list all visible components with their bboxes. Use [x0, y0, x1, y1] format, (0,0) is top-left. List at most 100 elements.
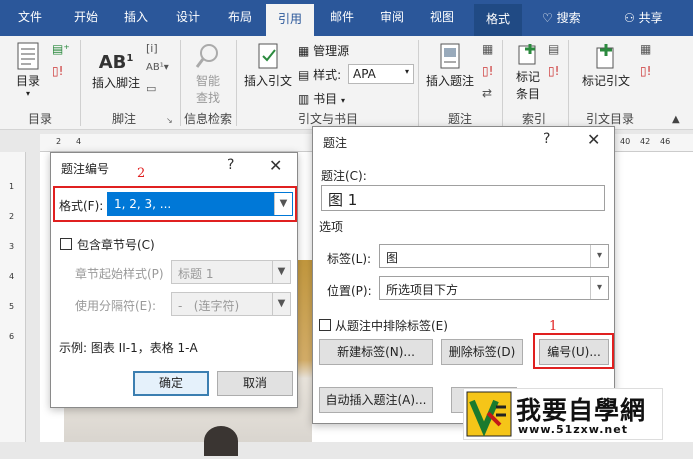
update-table-icon[interactable]: ▯! — [482, 64, 493, 78]
tab-design[interactable]: 设计 — [176, 8, 200, 25]
separator-select[interactable]: - (连字符) ▼ — [171, 292, 291, 316]
watermark-logo: 我要自學網 www.51zxw.net — [463, 388, 663, 440]
tab-insert[interactable]: 插入 — [124, 8, 148, 25]
group-divider — [418, 40, 419, 126]
tab-format[interactable]: 格式 — [474, 4, 523, 36]
add-text-icon[interactable]: ▤⁺ — [52, 42, 70, 56]
close-icon[interactable]: ✕ — [587, 130, 600, 149]
ok-button[interactable]: 确定 — [133, 371, 209, 396]
style-label: 样式: — [313, 68, 342, 82]
ruler-tick: 1 — [9, 182, 15, 191]
toc-label: 目录 — [15, 74, 40, 88]
exclude-label-text: 从题注中排除标签(E) — [335, 319, 448, 333]
insert-citation-label: 插入引文 — [243, 74, 292, 88]
tab-view[interactable]: 视图 — [430, 8, 454, 25]
label-label: 标签(L): — [327, 252, 372, 266]
group-divider — [568, 40, 569, 126]
mark-citation-label: 标记引文 — [581, 74, 630, 88]
share-label: 共享 — [638, 11, 663, 25]
autocaption-button[interactable]: 自动插入题注(A)... — [319, 387, 433, 413]
highlight-box — [53, 186, 297, 222]
position-select[interactable]: 所选项目下方 ▾ — [379, 276, 609, 300]
include-chapter-label: 包含章节号(C) — [77, 238, 155, 252]
next-footnote-icon[interactable]: AB¹▾ — [146, 62, 169, 73]
site-logo-icon — [466, 391, 512, 437]
share-button[interactable]: ⚇ 共享 — [624, 9, 663, 26]
ruler-tick: 42 — [640, 137, 651, 146]
highlight-box — [533, 333, 614, 369]
insert-endnote-icon[interactable]: [i] — [146, 42, 158, 55]
insert-index-icon[interactable]: ▤ — [548, 42, 559, 56]
tab-home[interactable]: 开始 — [74, 8, 98, 25]
smart-lookup-label-2: 查找 — [195, 91, 220, 105]
ruler-tick: 2 — [9, 212, 15, 221]
ruler-tick: 2 — [56, 137, 62, 146]
insert-caption-label: 插入题注 — [425, 74, 474, 88]
site-name: 我要自學網 — [516, 396, 647, 425]
table-of-contents-icon — [17, 42, 39, 70]
include-chapter-checkbox[interactable] — [60, 238, 72, 250]
position-label: 位置(P): — [327, 284, 372, 298]
vertical-ruler: 1 2 3 4 5 6 — [0, 152, 26, 442]
insert-footnote-label: 插入脚注 — [91, 76, 140, 90]
dialog-title: 题注编号 — [61, 162, 110, 176]
tab-references[interactable]: 引用 — [266, 4, 315, 36]
person-icon: ⚇ — [624, 11, 635, 25]
tab-file[interactable]: 文件 — [18, 8, 42, 25]
update-table-icon[interactable]: ▯! — [640, 64, 651, 78]
chapter-style-value: 标题 1 — [178, 267, 214, 281]
tab-review[interactable]: 审阅 — [380, 8, 404, 25]
new-label-button[interactable]: 新建标签(N)... — [319, 339, 433, 365]
toc-button[interactable]: 目录 ▾ — [10, 42, 46, 98]
dialog-title: 题注 — [323, 136, 348, 150]
site-url: www.51zxw.net — [518, 423, 628, 436]
insert-table-of-authorities-icon[interactable]: ▦ — [640, 42, 651, 56]
tab-layout[interactable]: 布局 — [228, 8, 252, 25]
dialog-launcher-icon[interactable]: ↘ — [166, 116, 173, 125]
ruler-tick: 4 — [76, 137, 82, 146]
mark-entry-button[interactable]: 标记 条目 — [510, 42, 546, 102]
insert-citation-button[interactable]: 插入引文 — [242, 42, 294, 89]
cross-reference-icon[interactable]: ⇄ — [482, 86, 492, 100]
manage-sources-label: 管理源 — [313, 44, 350, 58]
label-select[interactable]: 图 ▾ — [379, 244, 609, 268]
bibliography-button[interactable]: ▥ 书目 ▾ — [298, 90, 345, 107]
separator-value: - (连字符) — [178, 299, 240, 313]
update-table-icon[interactable]: ▯! — [52, 64, 63, 78]
help-icon[interactable]: ? — [227, 157, 234, 173]
ruler-tick: 4 — [9, 272, 15, 281]
caption-input[interactable]: 图 1 — [321, 185, 605, 211]
chapter-style-select[interactable]: 标题 1 ▼ — [171, 260, 291, 284]
help-icon[interactable]: ? — [543, 131, 550, 147]
ruler-tick: 46 — [660, 137, 671, 146]
smart-lookup-label-1: 智能 — [195, 74, 220, 88]
delete-label-button[interactable]: 删除标签(D) — [441, 339, 523, 365]
style-row: ▤ 样式: — [298, 66, 341, 83]
footnote-icon: AB1 — [98, 52, 134, 73]
collapse-ribbon-icon[interactable]: ▲ — [672, 114, 680, 125]
search-box[interactable]: ♡ 搜索 — [542, 9, 581, 26]
style-icon: ▤ — [298, 68, 310, 82]
magnifier-icon — [195, 44, 218, 68]
smart-lookup-button[interactable]: 智能 查找 — [188, 42, 228, 106]
mark-entry-label-2: 条目 — [515, 87, 540, 101]
mark-citation-button[interactable]: 标记引文 — [578, 42, 634, 89]
show-notes-icon[interactable]: ▭ — [146, 82, 156, 95]
ruler-tick: 3 — [9, 242, 15, 251]
insert-footnote-button[interactable]: AB1 插入脚注 — [88, 44, 144, 91]
close-icon[interactable]: ✕ — [269, 156, 282, 175]
style-select[interactable]: APA ▾ — [348, 64, 414, 84]
cancel-button[interactable]: 取消 — [217, 371, 293, 396]
mark-entry-label-1: 标记 — [515, 70, 540, 84]
update-index-icon[interactable]: ▯! — [548, 64, 559, 78]
mark-citation-icon — [596, 44, 614, 69]
captions-group-label: 题注 — [448, 112, 473, 126]
manage-sources-button[interactable]: ▦ 管理源 — [298, 42, 349, 59]
book-icon: ▥ — [298, 92, 310, 106]
exclude-label-checkbox[interactable] — [319, 319, 331, 331]
insert-caption-button[interactable]: 插入题注 — [424, 42, 476, 89]
position-value: 所选项目下方 — [386, 283, 459, 297]
tab-mailings[interactable]: 邮件 — [330, 8, 354, 25]
search-label: 搜索 — [556, 11, 581, 25]
insert-table-of-figures-icon[interactable]: ▦ — [482, 42, 493, 56]
